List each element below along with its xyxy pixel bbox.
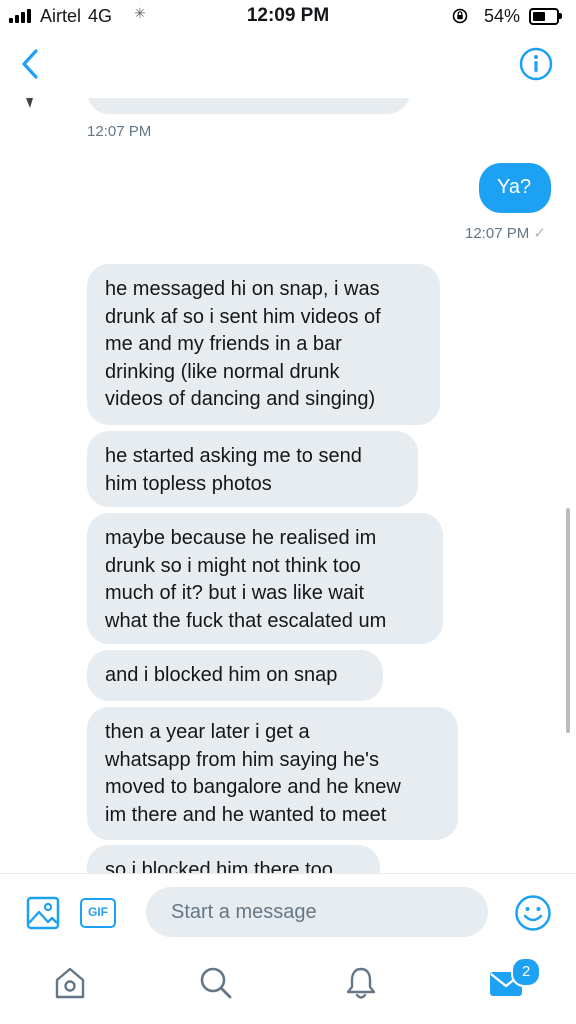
battery-icon xyxy=(529,8,559,25)
orientation-lock-icon xyxy=(452,8,468,24)
emoji-icon[interactable] xyxy=(514,894,552,932)
timestamp: 12:07 PM xyxy=(87,123,152,140)
notifications-bell-icon[interactable] xyxy=(343,965,379,1001)
message-composer: GIF xyxy=(0,873,576,950)
messages-unread-badge: 2 xyxy=(511,957,541,987)
info-icon[interactable] xyxy=(519,47,553,81)
back-chevron-icon[interactable] xyxy=(16,44,46,84)
battery-percentage: 54% xyxy=(484,6,521,26)
incoming-message-bubble[interactable]: then a year later i get a whatsapp from … xyxy=(87,707,458,840)
battery-tip xyxy=(559,13,562,19)
message-list[interactable]: 12:07 PM Ya? 12:07 PM ✓ he messaged hi o… xyxy=(0,98,576,873)
conversation-header xyxy=(0,34,576,98)
timestamp: 12:07 PM xyxy=(465,225,530,242)
timestamp-read: 12:07 PM ✓ xyxy=(465,224,546,242)
incoming-message-bubble[interactable]: maybe because he realised im drunk so i … xyxy=(87,513,443,644)
read-check-icon: ✓ xyxy=(533,225,546,242)
incoming-message-bubble[interactable]: he started asking me to send him topless… xyxy=(87,431,418,507)
scroll-indicator xyxy=(566,508,570,733)
image-icon[interactable] xyxy=(26,896,60,930)
home-icon[interactable] xyxy=(52,965,88,1001)
message-input[interactable] xyxy=(146,887,488,937)
previous-message-bubble xyxy=(87,98,410,114)
sender-avatar xyxy=(26,98,33,108)
gif-button[interactable]: GIF xyxy=(80,898,116,928)
incoming-message-bubble[interactable]: so i blocked him there too xyxy=(87,845,380,873)
status-bar: Airtel 4G ✳ 12:09 PM 54% xyxy=(0,0,576,34)
incoming-message-bubble[interactable]: he messaged hi on snap, i was drunk af s… xyxy=(87,264,440,425)
search-icon[interactable] xyxy=(198,965,234,1001)
incoming-message-bubble[interactable]: and i blocked him on snap xyxy=(87,650,383,701)
outgoing-message-bubble[interactable]: Ya? xyxy=(479,163,551,213)
tab-bar: 2 xyxy=(0,949,576,1024)
